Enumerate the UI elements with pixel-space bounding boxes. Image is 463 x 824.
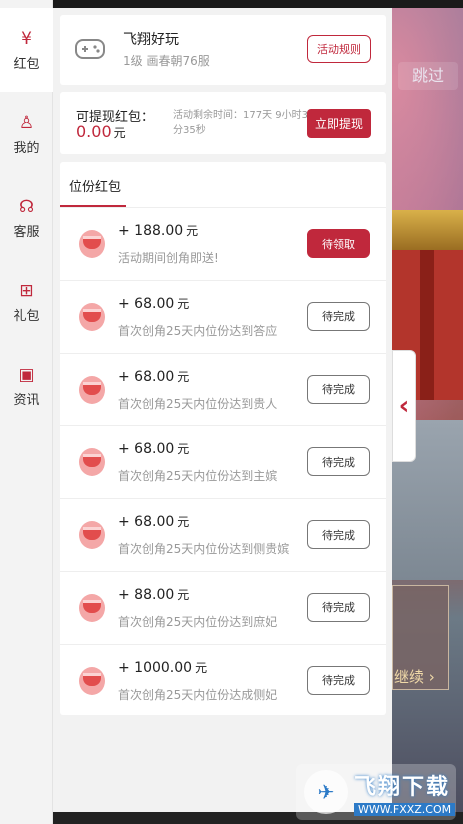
claim-button[interactable]: 待领取 — [307, 229, 370, 258]
red-envelope-icon — [79, 666, 105, 695]
tab-rank-reward[interactable]: 位份红包 — [69, 176, 121, 195]
reward-amount: + 88.00 元 — [118, 586, 189, 603]
user-icon: ♙ — [18, 112, 35, 133]
pending-button[interactable]: 待完成 — [307, 374, 370, 404]
palace-pillar — [420, 250, 434, 400]
amount-unit: 元 — [177, 587, 190, 602]
sidebar-item-red-envelope[interactable]: ¥ 红包 — [0, 8, 53, 92]
red-envelope-icon — [79, 302, 105, 331]
amount-value: + 68.00 — [118, 368, 175, 385]
gamepad-icon — [75, 39, 105, 59]
amount-value: + 68.00 — [118, 295, 175, 312]
withdraw-button[interactable]: 立即提现 — [307, 109, 371, 138]
continue-button[interactable]: 继续 › — [394, 666, 435, 687]
sidebar: ¥ 红包 ♙ 我的 ☊ 客服 ⊞ 礼包 ▣ 资讯 — [0, 0, 53, 824]
headset-icon: ☊ — [18, 196, 35, 217]
reward-list: + 188.00 元活动期间创角即送! 待领取 + 68.00 元首次创角25天内位份达… — [60, 208, 386, 718]
red-envelope-icon — [79, 375, 105, 404]
red-envelope-icon — [79, 593, 105, 622]
balance-value: 0.00 — [76, 122, 112, 141]
list-item: + 88.00 元首次创角25天内位份达到庶妃 待完成 — [60, 572, 386, 645]
main-panel: 飞翔好玩 1级 画春朝76服 活动规则 可提现红包： 0.00 元 活动剩余时间：… — [53, 8, 392, 812]
withdrawable-amount: 0.00 元 — [76, 122, 126, 141]
reward-amount: + 68.00 元 — [118, 368, 189, 385]
reward-amount: + 68.00 元 — [118, 295, 189, 312]
balance-unit: 元 — [113, 126, 126, 140]
list-item: + 68.00 元首次创角25天内位份达到主嫔 待完成 — [60, 426, 386, 500]
reward-amount: + 68.00 元 — [118, 513, 189, 530]
game-title: 飞翔好玩 — [123, 32, 179, 48]
amount-unit: 元 — [177, 296, 190, 311]
continue-label: 继续 — [394, 668, 425, 686]
amount-unit: 元 — [177, 369, 190, 384]
pending-button[interactable]: 待完成 — [307, 520, 370, 550]
status-bar — [0, 0, 463, 8]
list-item: + 68.00 元首次创角25天内位份达到侧贵嫔 待完成 — [60, 499, 386, 572]
collapse-panel-button[interactable]: ‹ — [392, 350, 416, 462]
pending-button[interactable]: 待完成 — [307, 447, 370, 477]
news-icon: ▣ — [18, 364, 35, 385]
amount-value: + 188.00 — [118, 223, 184, 239]
red-envelope-icon — [79, 230, 105, 258]
amount-unit: 元 — [177, 515, 190, 530]
palace-roof — [392, 210, 463, 250]
sidebar-item-label: 礼包 — [13, 308, 40, 324]
reward-condition: 首次创角25天内位份达成侧妃 — [118, 687, 278, 702]
watermark-url: WWW.FXXZ.COM — [354, 802, 456, 816]
sidebar-item-label: 我的 — [13, 140, 40, 156]
amount-value: + 88.00 — [118, 586, 175, 603]
red-envelope-icon — [79, 448, 105, 477]
remaining-time: 活动剩余时间：177天 9小时3分35秒 — [173, 110, 308, 136]
reward-condition: 活动期间创角即送! — [118, 251, 219, 265]
balance-card: 可提现红包： 0.00 元 活动剩余时间：177天 9小时3分35秒 立即提现 — [60, 92, 386, 154]
chevron-left-icon: ‹ — [398, 391, 410, 421]
reward-condition: 首次创角25天内位份达到主嫔 — [118, 469, 278, 484]
sidebar-item-label: 红包 — [13, 56, 40, 72]
sidebar-item-service[interactable]: ☊ 客服 — [0, 176, 53, 260]
activity-rules-button[interactable]: 活动规则 — [307, 35, 371, 63]
list-item: + 68.00 元首次创角25天内位份达到答应 待完成 — [60, 281, 386, 354]
game-server: 1级 画春朝76服 — [123, 54, 210, 68]
list-item: + 68.00 元首次创角25天内位份达到贵人 待完成 — [60, 354, 386, 427]
amount-value: + 1000.00 — [118, 659, 193, 676]
watermark: ✈ 飞翔下载 WWW.FXXZ.COM — [296, 764, 456, 820]
red-envelope-icon: ¥ — [21, 28, 32, 49]
reward-amount: + 188.00 元 — [118, 222, 198, 239]
reward-amount: + 1000.00 元 — [118, 659, 207, 676]
sidebar-item-label: 客服 — [13, 224, 40, 240]
reward-condition: 首次创角25天内位份达到答应 — [118, 323, 278, 338]
amount-unit: 元 — [195, 660, 208, 675]
reward-list-card: 位份红包 + 188.00 元活动期间创角即送! 待领取 + 68.00 元首次创角25… — [60, 162, 386, 715]
pending-button[interactable]: 待完成 — [307, 665, 370, 695]
sidebar-item-news[interactable]: ▣ 资讯 — [0, 344, 53, 428]
pending-button[interactable]: 待完成 — [307, 301, 370, 331]
skip-button[interactable]: 跳过 — [398, 62, 458, 90]
amount-unit: 元 — [177, 442, 190, 457]
list-item: + 188.00 元活动期间创角即送! 待领取 — [60, 208, 386, 281]
reward-condition: 首次创角25天内位份达到庶妃 — [118, 614, 278, 629]
list-item: + 1000.00 元首次创角25天内位份达成侧妃 待完成 — [60, 645, 386, 718]
sidebar-item-gift[interactable]: ⊞ 礼包 — [0, 260, 53, 344]
red-envelope-icon — [79, 521, 105, 550]
tab-bar: 位份红包 — [60, 162, 386, 208]
reward-condition: 首次创角25天内位份达到贵人 — [118, 396, 278, 411]
amount-unit: 元 — [186, 224, 199, 238]
amount-value: + 68.00 — [118, 514, 175, 531]
sidebar-item-mine[interactable]: ♙ 我的 — [0, 92, 53, 176]
reward-amount: + 68.00 元 — [118, 440, 189, 457]
game-info-card: 飞翔好玩 1级 画春朝76服 活动规则 — [60, 15, 386, 85]
reward-condition: 首次创角25天内位份达到侧贵嫔 — [118, 542, 290, 557]
amount-value: + 68.00 — [118, 441, 175, 458]
gift-icon: ⊞ — [19, 280, 34, 301]
pending-button[interactable]: 待完成 — [307, 592, 370, 622]
sidebar-item-label: 资讯 — [13, 392, 40, 408]
tab-indicator — [60, 205, 126, 207]
watermark-name: 飞翔下载 — [354, 774, 451, 800]
watermark-logo-icon: ✈ — [304, 770, 348, 814]
